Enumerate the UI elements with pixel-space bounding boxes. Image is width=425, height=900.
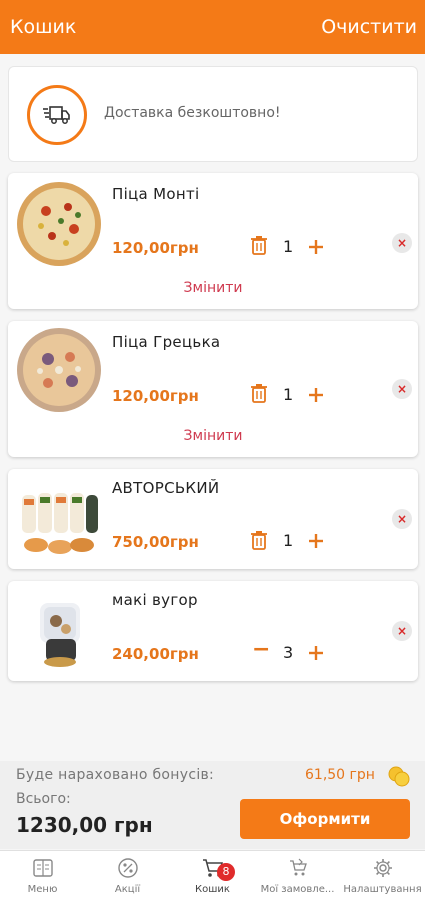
item-quantity: 1 [283,385,294,404]
clear-cart-button[interactable]: Очистити [321,16,417,38]
item-quantity: 3 [283,643,294,662]
delivery-text: Доставка безкоштовно! [104,105,281,121]
maki-eel-image [16,589,102,675]
tab-cart[interactable]: 8 Кошик [170,851,255,900]
minus-button[interactable]: − [252,639,270,661]
item-name: АВТОРСЬКИЙ [112,479,220,497]
tab-orders[interactable]: Мої замовле... [255,851,340,900]
item-name: макі вугор [112,591,198,609]
tab-label: Кошик [195,884,230,895]
remove-item-button[interactable]: × [392,509,412,529]
item-quantity: 1 [283,531,294,550]
checkout-button[interactable]: Оформити [240,799,410,839]
pizza-monti-image [16,181,102,267]
item-quantity: 1 [283,237,294,256]
tab-label: Акції [114,884,141,895]
trash-icon[interactable] [250,235,268,255]
orders-icon [287,857,309,879]
tab-label: Мої замовле... [260,884,335,895]
tab-promos[interactable]: Акції [85,851,170,900]
remove-item-button[interactable]: × [392,621,412,641]
tab-settings[interactable]: Налаштування [340,851,425,900]
item-price: 240,00грн [112,645,199,663]
sushi-set-image [16,477,102,563]
coins-icon [387,765,411,787]
bonus-value: 61,50 грн [305,767,375,783]
delivery-banner: Доставка безкоштовно! [8,66,418,162]
cart-item: Піца Грецька 120,00грн 1 × Змінити [8,321,418,457]
gear-icon [372,857,394,879]
discount-icon [117,857,139,879]
item-price: 120,00грн [112,387,199,405]
remove-item-button[interactable]: × [392,379,412,399]
bottom-tab-bar: Меню Акції 8 Кошик Мої замовле... Налашт… [0,850,425,900]
change-item-button[interactable]: Змінити [8,428,418,444]
order-summary: Буде нараховано бонусів: 61,50 грн Всьог… [0,761,425,849]
cart-item: Піца Монті 120,00грн 1 × Змінити [8,173,418,309]
plus-icon[interactable] [308,239,324,255]
plus-icon[interactable] [308,645,324,661]
app-header: Кошик Очистити [0,0,425,54]
cart-item: АВТОРСЬКИЙ 750,00грн 1 × [8,469,418,569]
item-name: Піца Грецька [112,333,221,351]
pizza-hretska-image [16,327,102,413]
item-name: Піца Монті [112,185,200,203]
tab-label: Меню [27,884,58,895]
trash-icon[interactable] [250,383,268,403]
total-value: 1230,00 грн [16,813,153,837]
item-price: 120,00грн [112,239,199,257]
cart-item: макі вугор 240,00грн − 3 × [8,581,418,681]
remove-item-button[interactable]: × [392,233,412,253]
tab-menu[interactable]: Меню [0,851,85,900]
cart-count-badge: 8 [217,863,235,881]
tab-label: Налаштування [343,884,422,895]
truck-icon [27,85,87,145]
change-item-button[interactable]: Змінити [8,280,418,296]
menu-book-icon [32,857,54,879]
item-price: 750,00грн [112,533,199,551]
total-label: Всього: [16,791,71,807]
bonus-label: Буде нараховано бонусів: [16,767,215,783]
trash-icon[interactable] [250,530,268,550]
page-title: Кошик [10,16,77,38]
plus-icon[interactable] [308,387,324,403]
plus-icon[interactable] [308,533,324,549]
